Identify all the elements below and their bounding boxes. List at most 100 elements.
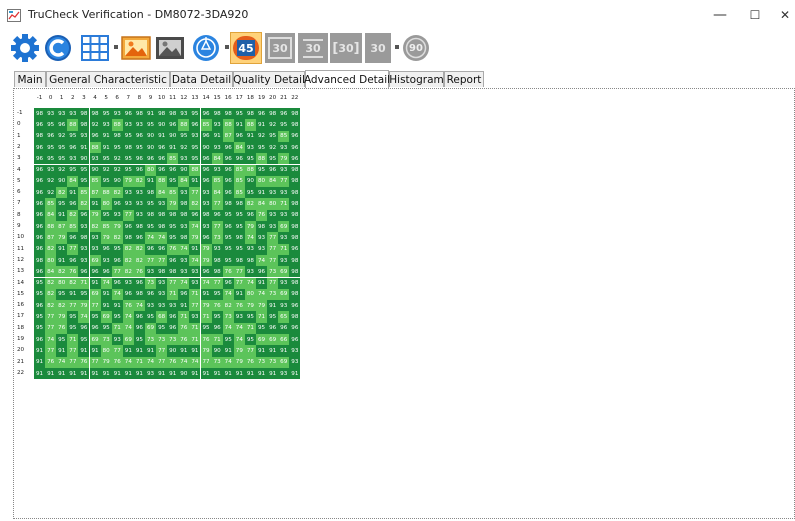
matrix-cell: 98: [289, 277, 301, 289]
matrix-cell: 69: [145, 322, 157, 334]
matrix-cell: 93: [89, 243, 101, 255]
matrix-cell: 93: [178, 254, 190, 267]
matrix-cell: 96: [122, 108, 134, 120]
matrix-cell: 91: [89, 345, 101, 357]
matrix-cell: 91: [56, 345, 68, 357]
matrix-cell: 96: [222, 221, 234, 233]
tab-general-characteristic[interactable]: General Characteristic: [46, 71, 170, 87]
grid-icon[interactable]: [80, 33, 110, 63]
matrix-cell: 93: [278, 254, 290, 267]
angle-90-button[interactable]: 90: [401, 33, 431, 63]
matrix-cell: 96: [67, 232, 79, 244]
matrix-cell: 77: [156, 254, 168, 267]
matrix-cell: 77: [122, 209, 134, 221]
matrix-cell: 98: [122, 232, 134, 244]
matrix-cell: 76: [256, 209, 268, 221]
matrix-cell: 96: [267, 164, 279, 176]
bracket-close-glyph: ]: [353, 40, 360, 56]
matrix-cell: 96: [156, 153, 168, 165]
aperture-icon[interactable]: [191, 33, 221, 63]
matrix-cell: 98: [256, 221, 268, 233]
tab-data-detail[interactable]: Data Detail: [170, 71, 233, 87]
matrix-cell: 98: [133, 288, 145, 301]
matrix-cell: 74: [45, 334, 57, 346]
matrix-cell: 95: [56, 198, 68, 210]
matrix-cell: 95: [100, 322, 112, 334]
column-header: 15: [213, 95, 221, 101]
matrix-cell: 71: [278, 198, 290, 210]
matrix-cell: 91: [67, 187, 79, 199]
matrix-cell: 98: [289, 198, 301, 210]
matrix-cell: 95: [145, 119, 157, 131]
matrix-cell: 91: [244, 367, 256, 380]
column-header: 16: [224, 95, 232, 101]
matrix-cell: 71: [278, 243, 290, 255]
matrix-cell: 68: [156, 311, 168, 323]
matrix-cell: 88: [244, 164, 256, 176]
tab-quality-detail[interactable]: Quality Detail: [233, 71, 305, 87]
matrix-cell: 93: [78, 243, 90, 255]
image-color-icon[interactable]: [121, 33, 151, 63]
matrix-cell: 93: [67, 153, 79, 165]
matrix-cell: 74: [244, 232, 256, 244]
matrix-cell: 96: [289, 130, 301, 142]
matrix-cell: 96: [189, 209, 201, 221]
minimize-button[interactable]: —: [700, 4, 740, 26]
gear-icon[interactable]: [10, 33, 40, 63]
matrix-cell: 95: [156, 322, 168, 334]
matrix-cell: 85: [211, 175, 223, 188]
angle-30-bracket-button[interactable]: [30]: [330, 33, 362, 63]
matrix-cell: 74: [189, 356, 201, 368]
tab-main[interactable]: Main: [14, 71, 46, 87]
matrix-cell: 92: [45, 187, 57, 199]
row-header: 17: [17, 313, 25, 320]
matrix-cell: 93: [45, 108, 57, 120]
matrix-cell: 93: [189, 277, 201, 289]
matrix-cell: 96: [133, 164, 145, 176]
matrix-cell: 90: [200, 141, 212, 154]
toolbar: 45 30 30 [30] 30 90 =: [0, 30, 795, 97]
matrix-cell: 91: [233, 367, 245, 380]
matrix-cell: 90: [244, 175, 256, 188]
matrix-cell: 69: [278, 356, 290, 368]
matrix-cell: 80: [267, 198, 279, 210]
matrix-cell: 79: [56, 232, 68, 244]
matrix-cell: 92: [178, 141, 190, 154]
row-header: 9: [17, 223, 21, 229]
angle-30-box-button[interactable]: 30: [265, 33, 295, 63]
matrix-cell: 80: [56, 277, 68, 289]
matrix-cell: 88: [178, 119, 190, 131]
matrix-cell: 85: [78, 187, 90, 199]
matrix-cell: 88: [156, 175, 168, 188]
matrix-cell: 74: [233, 322, 245, 334]
matrix-cell: 95: [233, 108, 245, 120]
tab-advanced-detail[interactable]: Advanced Detail: [304, 70, 390, 88]
matrix-cell: 93: [122, 277, 134, 289]
tab-histogram[interactable]: Histogram: [389, 71, 444, 87]
matrix-cell: 93: [89, 153, 101, 165]
matrix-cell: 74: [56, 356, 68, 368]
matrix-cell: 74: [244, 277, 256, 289]
row-header: 4: [17, 166, 21, 173]
matrix-cell: 96: [167, 119, 179, 131]
angle-30-plain-button[interactable]: 30: [365, 33, 391, 63]
tab-report[interactable]: Report: [444, 71, 484, 87]
column-header: 0: [48, 95, 53, 101]
matrix-cell: 98: [156, 108, 168, 120]
angle-45-button[interactable]: 45: [230, 32, 262, 64]
matrix-cell: 96: [289, 243, 301, 255]
refresh-icon[interactable]: [44, 33, 72, 63]
matrix-cell: 96: [278, 322, 290, 334]
matrix-cell: 90: [167, 345, 179, 357]
angle-30-button[interactable]: 30: [298, 33, 328, 63]
matrix-cell: 69: [278, 288, 290, 301]
close-button[interactable]: ✕: [765, 4, 795, 26]
matrix-cell: 91: [189, 243, 201, 255]
matrix-cell: 95: [233, 209, 245, 221]
matrix-cell: 91: [89, 198, 101, 210]
matrix-cell: 96: [222, 141, 234, 154]
matrix-cell: 87: [45, 232, 57, 244]
matrix-cell: 82: [222, 300, 234, 312]
image-gray-icon[interactable]: [155, 33, 185, 63]
column-header: 5: [104, 95, 108, 101]
